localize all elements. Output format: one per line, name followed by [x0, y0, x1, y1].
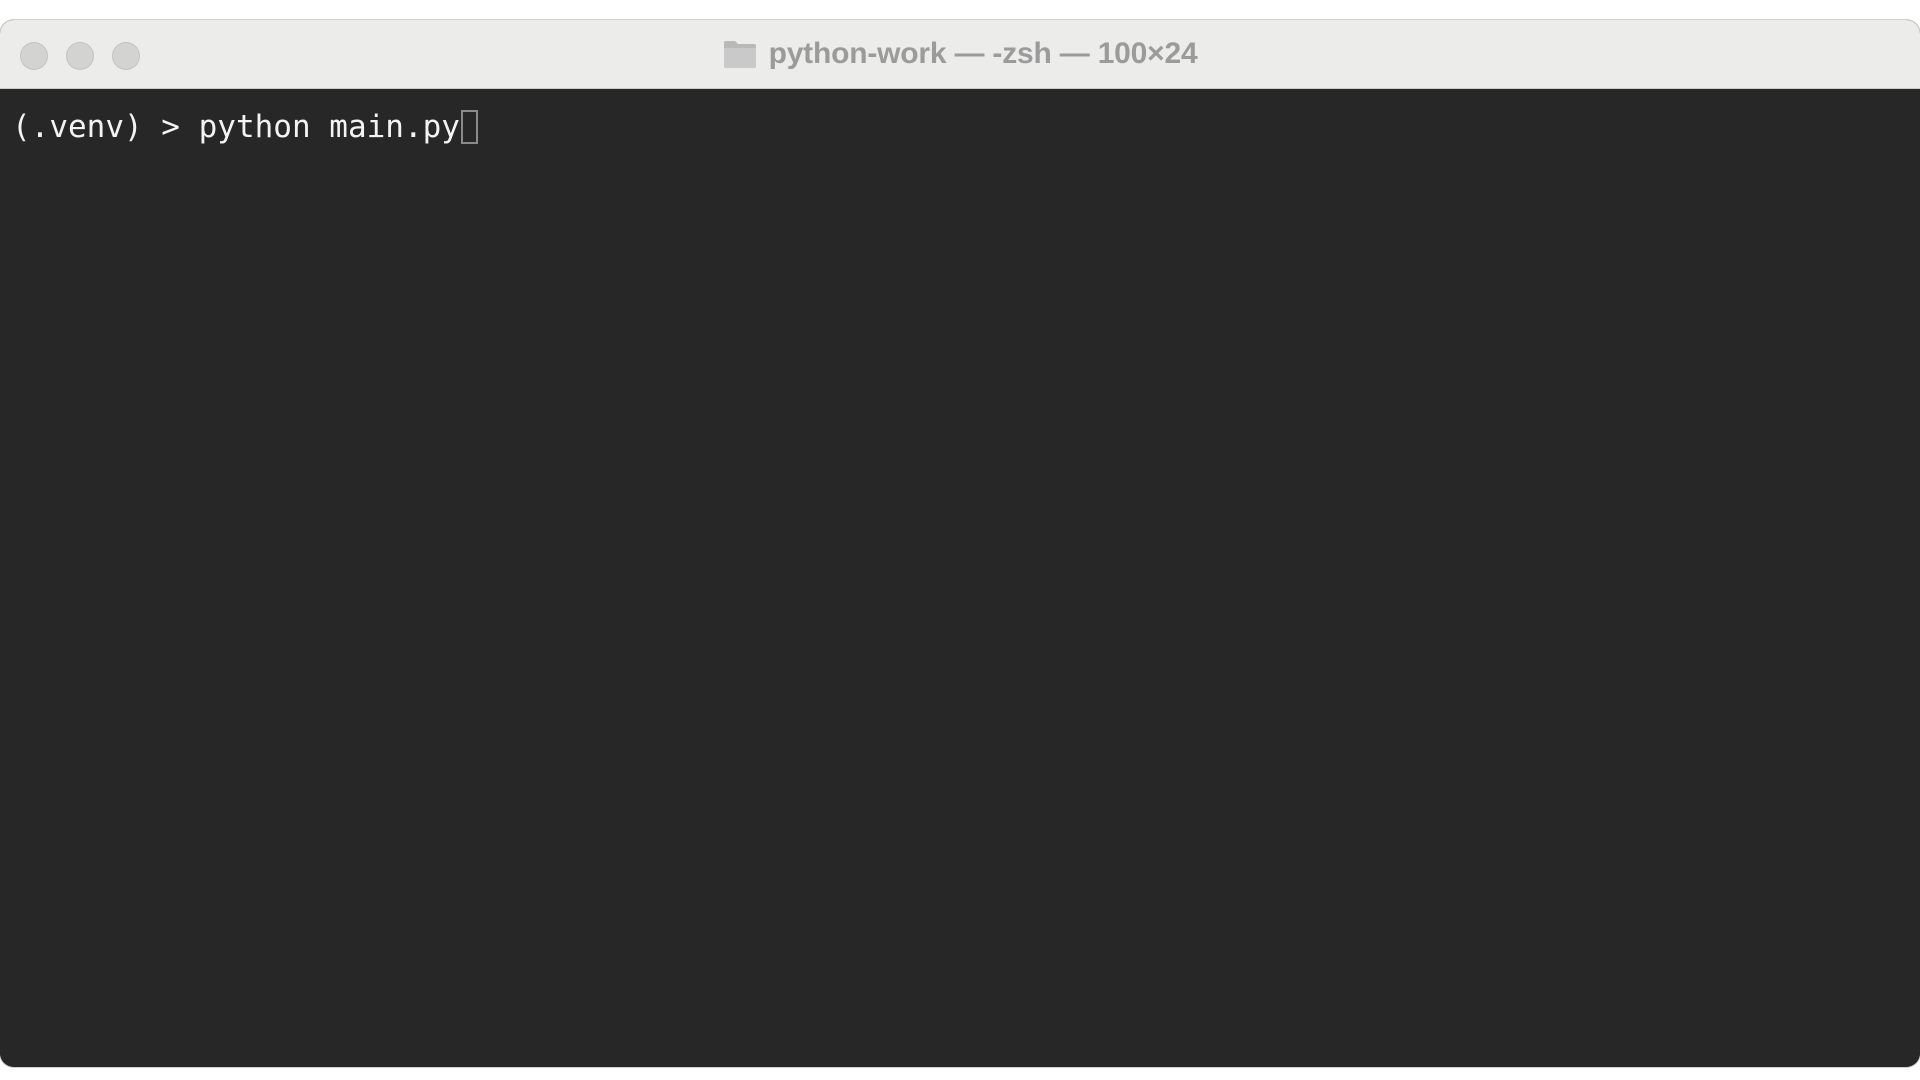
minimize-button[interactable]	[66, 42, 94, 70]
terminal-window: python-work — -zsh — 100×24 (.venv) > py…	[0, 20, 1920, 1067]
folder-icon	[723, 39, 757, 69]
window-title: python-work — -zsh — 100×24	[768, 37, 1198, 70]
window-controls	[20, 42, 140, 70]
command-line: (.venv) > python main.py	[12, 107, 1908, 147]
shell-prompt: (.venv) >	[12, 109, 199, 145]
close-button[interactable]	[20, 42, 48, 70]
window-title-group: python-work — -zsh — 100×24	[723, 37, 1198, 71]
terminal-content[interactable]: (.venv) > python main.py	[0, 89, 1920, 1067]
title-bar[interactable]: python-work — -zsh — 100×24	[0, 20, 1920, 89]
text-cursor	[460, 110, 478, 144]
zoom-button[interactable]	[112, 42, 140, 70]
command-text: python main.py	[198, 109, 460, 145]
